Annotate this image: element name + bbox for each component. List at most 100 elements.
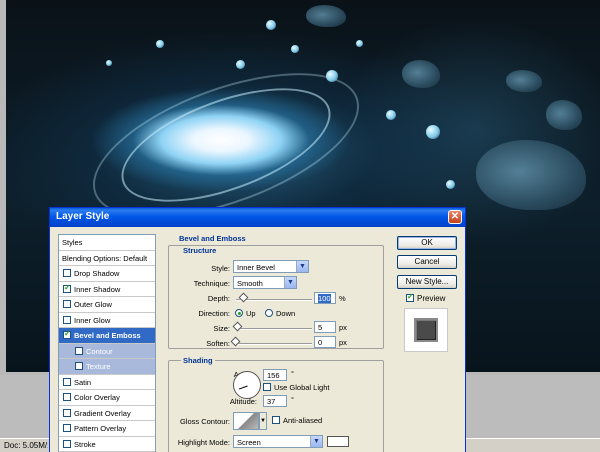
style-item-checkbox[interactable] (75, 346, 83, 355)
size-unit: px (339, 323, 347, 332)
new-style-button[interactable]: New Style... (397, 275, 457, 289)
style-item[interactable]: Gradient Overlay (59, 406, 155, 421)
highlight-mode-value: Screen (237, 438, 261, 447)
technique-label: Technique: (193, 279, 230, 288)
direction-down-radio[interactable] (265, 309, 273, 317)
use-global-light-label: Use Global Light (274, 383, 330, 392)
structure-title: Structure (181, 246, 219, 255)
direction-label: Direction: (198, 309, 230, 318)
style-item-checkbox[interactable] (63, 408, 71, 417)
fish-image (546, 100, 582, 130)
style-item-checkbox[interactable] (63, 269, 71, 277)
depth-value: 100 (318, 294, 331, 303)
depth-label: Depth: (207, 294, 230, 303)
chevron-down-icon[interactable]: ▼ (259, 412, 267, 430)
bubble (106, 60, 112, 66)
doc-size-readout[interactable]: Doc: 5.05M/11 (4, 441, 48, 450)
style-item-checkbox[interactable] (63, 393, 71, 401)
soften-input[interactable]: 0 (314, 336, 336, 348)
style-item-label: Inner Shadow (74, 284, 121, 294)
bubble (236, 60, 245, 69)
style-item-checkbox[interactable] (63, 283, 71, 293)
angle-value: 156 (267, 371, 280, 380)
style-item-label: Outer Glow (74, 300, 112, 309)
style-item[interactable]: Pattern Overlay (59, 421, 155, 437)
bubble (386, 110, 396, 120)
style-item-label: Bevel and Emboss (74, 331, 141, 340)
anti-aliased-label: Anti-aliased (283, 416, 323, 425)
direction-up-label: Up (246, 309, 256, 318)
style-item-checkbox[interactable] (63, 300, 71, 308)
layer-style-dialog: Layer Style ✕ Styles Blending Options: D… (49, 207, 466, 452)
highlight-mode-select[interactable]: Screen ▼ (233, 435, 323, 448)
anti-aliased-checkbox[interactable] (272, 416, 280, 424)
preview-label: Preview (417, 294, 446, 303)
style-item-checkbox[interactable] (63, 315, 71, 324)
close-icon[interactable]: ✕ (448, 210, 462, 224)
direction-up-radio[interactable] (235, 309, 243, 317)
style-item-label: Gradient Overlay (74, 408, 131, 418)
use-global-light-checkbox[interactable] (263, 383, 271, 391)
style-preview-swatch (404, 308, 448, 352)
style-item-checkbox[interactable] (63, 424, 71, 432)
size-slider[interactable] (236, 328, 312, 330)
style-item-label: Inner Glow (74, 315, 111, 325)
direction-down-label: Down (276, 309, 296, 318)
angle-input[interactable]: 156 (263, 369, 287, 381)
soften-value: 0 (318, 338, 323, 347)
styles-list: Styles Blending Options: Default Drop Sh… (58, 234, 156, 452)
style-item[interactable]: Drop Shadow (59, 266, 155, 282)
bevel-section-title: Bevel and Emboss (177, 234, 248, 243)
soften-unit: px (339, 338, 347, 347)
bubble (426, 125, 440, 139)
gloss-contour-preview[interactable] (233, 412, 259, 430)
size-input[interactable]: 5 (314, 321, 336, 333)
angle-unit: ° (291, 369, 294, 378)
technique-select[interactable]: Smooth ▼ (233, 276, 297, 289)
style-value: Inner Bevel (237, 263, 275, 272)
style-item[interactable]: Stroke (59, 437, 155, 452)
soften-label: Soften: (206, 339, 230, 348)
style-item-checkbox[interactable] (63, 377, 71, 386)
altitude-label: Altitude: (229, 397, 257, 406)
cancel-button[interactable]: Cancel (397, 255, 457, 269)
style-item-label: Texture (86, 362, 111, 371)
fish-image (476, 140, 586, 210)
bubble (291, 45, 299, 53)
depth-slider[interactable] (236, 299, 312, 301)
style-item[interactable]: Bevel and Emboss (59, 328, 155, 344)
style-item[interactable]: Texture (59, 359, 155, 375)
dialog-title: Layer Style (56, 211, 110, 222)
altitude-value: 37 (267, 397, 276, 406)
style-item-checkbox[interactable] (75, 362, 83, 370)
chevron-down-icon: ▼ (296, 261, 308, 272)
fish-image (402, 60, 440, 88)
style-select[interactable]: Inner Bevel ▼ (233, 260, 309, 273)
styles-header[interactable]: Styles (59, 235, 155, 251)
style-item[interactable]: Satin (59, 375, 155, 390)
bubble (266, 20, 276, 30)
highlight-color-swatch[interactable] (327, 436, 349, 447)
altitude-input[interactable]: 37 (263, 395, 287, 407)
chevron-down-icon: ▼ (310, 436, 322, 447)
depth-input[interactable]: 100 (314, 292, 336, 304)
style-item-checkbox[interactable] (63, 329, 71, 339)
style-item[interactable]: Outer Glow (59, 297, 155, 313)
fish-image (306, 5, 346, 27)
dialog-titlebar[interactable]: Layer Style ✕ (50, 208, 465, 227)
ok-button[interactable]: OK (397, 236, 457, 250)
bubble (446, 180, 455, 189)
style-item-label: Drop Shadow (74, 269, 120, 278)
preview-checkbox[interactable]: ✓ (406, 292, 414, 302)
angle-dial[interactable] (233, 371, 261, 399)
style-item-label: Satin (74, 377, 92, 387)
blending-options-item[interactable]: Blending Options: Default (59, 251, 155, 266)
style-item-checkbox[interactable] (63, 439, 71, 448)
style-item[interactable]: Contour (59, 343, 155, 359)
style-item[interactable]: Color Overlay (59, 390, 155, 406)
style-item[interactable]: Inner Glow (59, 313, 155, 328)
style-item-label: Color Overlay (74, 393, 120, 402)
style-item[interactable]: Inner Shadow (59, 282, 155, 297)
soften-slider[interactable] (236, 343, 312, 345)
size-value: 5 (318, 323, 323, 332)
